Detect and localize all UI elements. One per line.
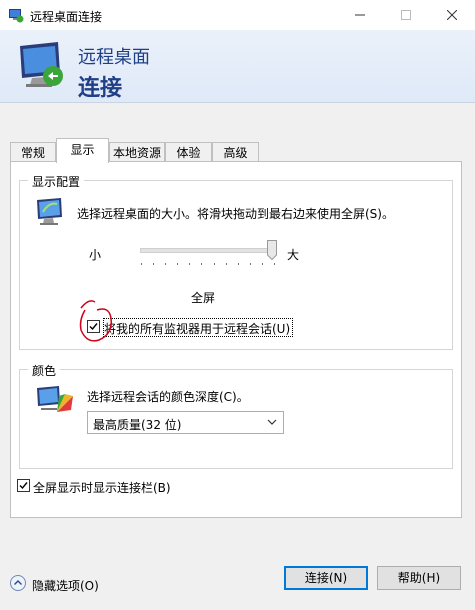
maximize-button[interactable] (383, 0, 429, 30)
slider-tick (165, 263, 166, 265)
tab-general[interactable]: 常规 (10, 142, 56, 162)
slider-tick (153, 263, 154, 265)
chevron-down-icon (267, 419, 277, 425)
display-config-legend: 显示配置 (28, 173, 85, 190)
display-monitor-icon (37, 198, 62, 225)
color-depth-icon (37, 386, 73, 412)
slider-tick (250, 263, 251, 265)
slider-tick (214, 263, 215, 265)
display-tab-panel: 显示配置 选择远程桌面的大小。将滑块拖动到最右边来使用全屏(S)。 小 大 全屏… (10, 161, 462, 518)
all-monitors-label[interactable]: 将我的所有监视器用于远程会话(U) (104, 320, 290, 337)
tab-experience[interactable]: 体验 (165, 142, 212, 162)
slider-min-label: 小 (89, 248, 102, 262)
chevron-up-circle-icon[interactable] (10, 575, 26, 591)
tab-advanced[interactable]: 高级 (212, 142, 259, 162)
slider-tick (238, 263, 239, 265)
display-size-slider-track[interactable] (140, 248, 274, 253)
display-size-slider-thumb[interactable] (267, 240, 277, 260)
color-depth-description: 选择远程会话的颜色深度(C)。 (87, 390, 249, 404)
display-size-slider-ticks (141, 263, 275, 267)
maximize-icon (401, 10, 411, 20)
window-title: 远程桌面连接 (30, 10, 103, 24)
connect-button[interactable]: 连接(N) (284, 566, 368, 590)
connection-bar-checkbox[interactable] (17, 479, 30, 492)
slider-tick (189, 263, 190, 265)
minimize-icon (355, 14, 365, 16)
hide-options-link[interactable]: 隐藏选项(O) (32, 577, 99, 594)
banner-title-line1: 远程桌面 (78, 47, 150, 68)
color-depth-select[interactable]: 最高质量(32 位) (87, 411, 284, 434)
slider-tick (274, 263, 275, 265)
title-bar[interactable]: 远程桌面连接 (0, 0, 475, 30)
display-size-value: 全屏 (191, 291, 216, 305)
close-button[interactable] (429, 0, 475, 30)
slider-tick (177, 263, 178, 265)
checkmark-icon (19, 482, 28, 490)
slider-max-label: 大 (287, 248, 300, 262)
minimize-button[interactable] (337, 0, 383, 30)
tab-local-resources[interactable]: 本地资源 (109, 142, 165, 162)
slider-tick (262, 263, 263, 265)
red-annotation-circle (79, 300, 112, 342)
colors-legend: 颜色 (28, 362, 61, 379)
remote-desktop-monitor-icon (20, 42, 63, 87)
remote-desktop-app-icon (9, 9, 24, 23)
slider-tick (226, 263, 227, 265)
slider-tick (201, 263, 202, 265)
header-banner: 远程桌面 连接 (0, 30, 475, 103)
slider-tick (141, 263, 142, 265)
display-size-description: 选择远程桌面的大小。将滑块拖动到最右边来使用全屏(S)。 (77, 207, 394, 221)
help-button[interactable]: 帮助(H) (377, 566, 461, 590)
banner-title-line2: 连接 (78, 76, 123, 101)
close-icon (447, 10, 457, 20)
connection-bar-label[interactable]: 全屏显示时显示连接栏(B) (33, 479, 171, 496)
tab-display[interactable]: 显示 (56, 138, 109, 163)
color-depth-selected-value: 最高质量(32 位) (93, 418, 182, 432)
